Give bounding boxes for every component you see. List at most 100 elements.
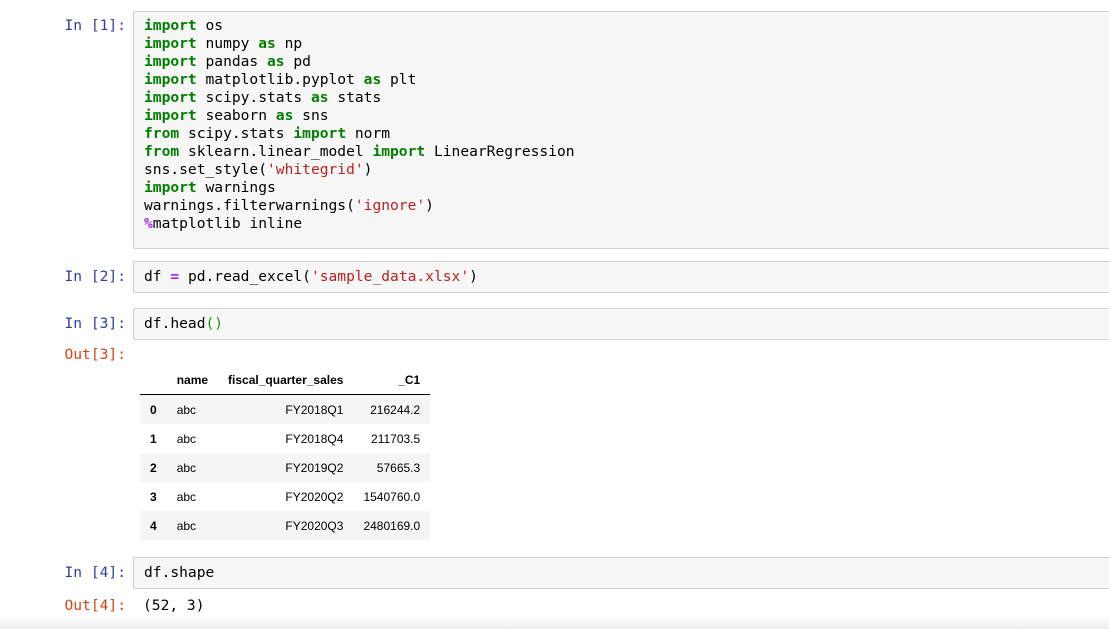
code-token: sns.set_style( <box>144 161 268 178</box>
code-token: % <box>144 215 153 232</box>
cell-fiscal-quarter: FY2019Q2 <box>285 460 344 475</box>
cell-c1: 216244.2 <box>370 402 421 417</box>
code-editor[interactable]: df.shape <box>133 557 1109 589</box>
cell-c1: 1540760.0 <box>363 489 421 504</box>
row-index: 4 <box>150 518 157 533</box>
code-token: df.head <box>144 315 206 332</box>
code-token: import <box>144 107 197 124</box>
code-block: df = pd.read_excel('sample_data.xlsx') <box>134 268 1109 286</box>
code-token: ) <box>363 161 373 178</box>
code-token: plt <box>381 71 417 88</box>
code-token: df.shape <box>144 564 215 581</box>
row-index: 3 <box>150 489 157 504</box>
code-line: from scipy.stats import norm <box>144 125 390 142</box>
code-editor[interactable]: import os import numpy as np import pand… <box>133 11 1109 249</box>
code-line: import scipy.stats as stats <box>144 89 381 106</box>
code-token: norm <box>346 125 391 142</box>
code-token: LinearRegression <box>425 143 575 160</box>
cell-c1: 2480169.0 <box>363 518 421 533</box>
cell-name: abc <box>176 402 197 417</box>
cell-c1: 211703.5 <box>371 431 421 446</box>
table-row: 3 abc FY2020Q2 1540760.0 <box>140 482 430 511</box>
index-header <box>140 365 167 395</box>
table-header-row: name fiscal_quarter_sales _C1 <box>140 365 431 395</box>
code-token: scipy.stats <box>196 89 311 106</box>
code-token: import <box>144 17 197 34</box>
code-token: import <box>144 71 197 88</box>
code-token: warnings <box>196 179 276 196</box>
code-token: ) <box>469 268 478 285</box>
table-row: 2 abc FY2019Q2 57665.3 <box>140 453 431 482</box>
bottom-shadow <box>0 615 1109 629</box>
code-token: 'ignore' <box>354 197 426 214</box>
code-token: seaborn <box>196 107 276 124</box>
dataframe-output: name fiscal_quarter_sales _C1 0 abc FY20… <box>0 365 600 545</box>
cell-c1: 57665.3 <box>376 460 421 475</box>
code-line: import matplotlib.pyplot as plt <box>144 71 416 88</box>
code-token: as <box>310 89 329 106</box>
code-block: df.shape <box>134 564 1109 582</box>
code-editor[interactable]: df = pd.read_excel('sample_data.xlsx') <box>133 261 1109 293</box>
code-token: as <box>258 35 276 52</box>
column-header-fiscal-quarter-sales: fiscal_quarter_sales <box>218 365 354 395</box>
input-prompt: In [1]: <box>64 17 126 34</box>
output-prompt: Out[4]: <box>64 597 126 614</box>
row-index: 0 <box>150 402 157 417</box>
code-token: as <box>275 107 294 124</box>
output-text: (52, 3) <box>143 597 205 614</box>
code-token: df <box>144 268 171 285</box>
cell-name: abc <box>176 431 197 446</box>
cell-fiscal-quarter: FY2018Q4 <box>285 431 344 446</box>
input-prompt: In [2]: <box>64 268 126 285</box>
code-token: from <box>144 125 180 142</box>
input-prompt: In [3]: <box>64 315 126 332</box>
input-prompt: In [4]: <box>64 564 126 581</box>
code-editor[interactable]: df.head() <box>133 308 1109 340</box>
code-token: sns <box>293 107 329 124</box>
code-line: %matplotlib inline <box>144 215 302 232</box>
code-block: df.head() <box>134 315 1109 333</box>
table-row: 0 abc FY2018Q1 216244.2 <box>140 394 431 424</box>
code-token: import <box>144 179 197 196</box>
code-token: stats <box>328 89 382 106</box>
code-token: as <box>267 53 285 70</box>
column-header-c1: _C1 <box>353 365 431 395</box>
code-token: ) <box>425 197 434 214</box>
code-token: import <box>372 143 426 160</box>
code-token: os <box>196 17 224 34</box>
code-token: sklearn.linear_model <box>179 143 373 160</box>
code-token: () <box>205 315 224 332</box>
cell-fiscal-quarter: FY2020Q3 <box>285 518 344 533</box>
code-token: from <box>144 143 180 160</box>
code-token: numpy <box>196 35 259 52</box>
code-token: scipy.stats <box>179 125 294 142</box>
code-token: pd.read_excel( <box>179 268 311 285</box>
code-line: import warnings <box>144 179 276 196</box>
code-line: sns.set_style('whitegrid') <box>144 161 372 178</box>
code-token: import <box>144 35 197 52</box>
code-line: import os <box>144 17 223 34</box>
code-line: df.shape <box>144 564 214 581</box>
cell-fiscal-quarter: FY2020Q2 <box>285 489 344 504</box>
code-line: df = pd.read_excel('sample_data.xlsx') <box>144 268 478 285</box>
code-token: = <box>170 268 180 285</box>
cell-name: abc <box>176 489 197 504</box>
code-token: import <box>144 53 197 70</box>
code-line: import numpy as np <box>144 35 302 52</box>
cell-name: abc <box>176 460 197 475</box>
code-token: import <box>144 89 197 106</box>
table-row: 4 abc FY2020Q3 2480169.0 <box>140 511 431 540</box>
dataframe-table: name fiscal_quarter_sales _C1 0 abc FY20… <box>140 365 431 540</box>
code-token: warnings.filterwarnings( <box>144 197 355 214</box>
code-token: matplotlib.pyplot <box>196 71 364 88</box>
code-block: import os import numpy as np import pand… <box>134 17 1109 233</box>
output-prompt: Out[3]: <box>64 346 126 363</box>
code-line: import pandas as pd <box>144 53 311 70</box>
code-line: warnings.filterwarnings('ignore') <box>144 197 434 214</box>
code-token: matplotlib inline <box>152 215 303 232</box>
code-token: 'sample_data.xlsx' <box>310 268 470 285</box>
code-token: pandas <box>196 53 268 70</box>
code-line: import seaborn as sns <box>144 107 329 124</box>
row-index: 2 <box>150 460 157 475</box>
code-token: import <box>293 125 347 142</box>
